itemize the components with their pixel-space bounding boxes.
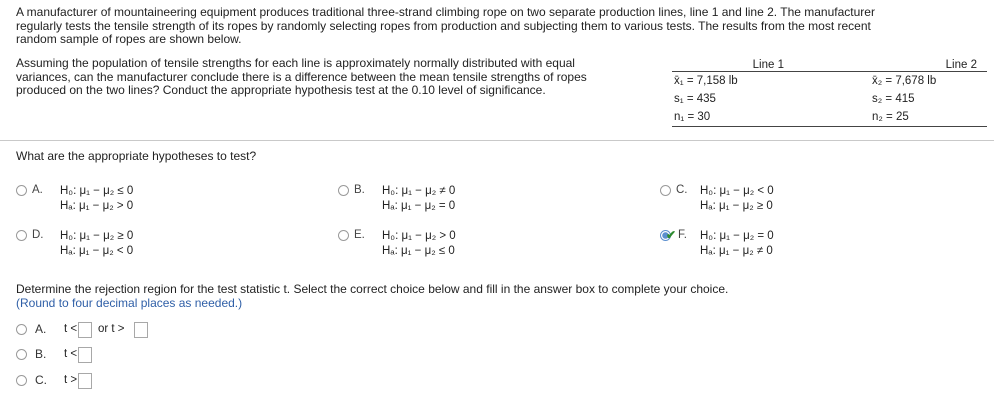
assumption-line: variances, can the manufacturer conclude… [16, 69, 587, 84]
answer-input[interactable] [78, 347, 92, 363]
assumption-line: produced on the two lines? Conduct the a… [16, 83, 546, 97]
radio-button[interactable] [660, 185, 671, 196]
radio-button[interactable] [16, 375, 27, 386]
assumption-text: Assuming the population of tensile stren… [16, 56, 656, 98]
alternative-hypothesis: Hₐ: μ₁ − μ₂ ≥ 0 [700, 200, 773, 212]
n-line-2: n₂ = 25 [806, 108, 987, 127]
answer-input-lower[interactable] [78, 322, 92, 338]
option-letter: C. [35, 373, 47, 387]
problem-text-line: regularly tests the tensile strength of … [16, 18, 871, 33]
option-letter: C. [676, 184, 688, 196]
alternative-hypothesis: Hₐ: μ₁ − μ₂ ≠ 0 [700, 245, 773, 257]
sd-line-2: s₂ = 415 [872, 93, 915, 105]
t-less-label: t < [64, 323, 78, 335]
radio-button[interactable] [16, 349, 27, 360]
option-letter: A. [35, 322, 47, 336]
header-line-2: Line 2 [806, 58, 987, 72]
sample-stats-table: Line 1 Line 2 x̄₁ = 7,158 lb x̄₂ = 7,678… [672, 58, 987, 127]
null-hypothesis: H₀: μ₁ − μ₂ < 0 [700, 185, 774, 197]
header-line-1: Line 1 [672, 58, 806, 72]
option-letter: A. [32, 184, 43, 196]
answer-option-c[interactable]: C. t > [16, 372, 216, 392]
radio-button[interactable] [338, 230, 349, 241]
assumption-line: Assuming the population of tensile stren… [16, 56, 575, 70]
checkmark-icon: ✔ [666, 228, 677, 242]
problem-text-line: random sample of ropes are shown below. [16, 32, 242, 46]
stats-header-row: Line 1 Line 2 [672, 58, 987, 72]
question-rejection-region: Determine the rejection region for the t… [16, 282, 729, 296]
t-greater-label: t > [64, 374, 78, 386]
option-letter: E. [354, 229, 365, 241]
stats-row: s₁ = 435 s₂ = 415 [672, 90, 987, 108]
alternative-hypothesis: Hₐ: μ₁ − μ₂ > 0 [60, 200, 134, 212]
n-line-1: n₁ = 30 [672, 108, 806, 127]
answer-input-upper[interactable] [134, 322, 148, 338]
null-hypothesis: H₀: μ₁ − μ₂ ≠ 0 [382, 185, 456, 197]
alternative-hypothesis: Hₐ: μ₁ − μ₂ < 0 [60, 245, 134, 257]
null-hypothesis: H₀: μ₁ − μ₂ = 0 [700, 230, 774, 242]
question-hypotheses: What are the appropriate hypotheses to t… [16, 149, 257, 163]
problem-text-line: A manufacturer of mountaineering equipme… [16, 5, 875, 19]
radio-button[interactable] [338, 185, 349, 196]
or-t-greater-label: or t > [98, 323, 125, 335]
null-hypothesis: H₀: μ₁ − μ₂ ≥ 0 [60, 230, 134, 242]
answer-option-b[interactable]: B. t < [16, 346, 216, 366]
problem-statement: A manufacturer of mountaineering equipme… [16, 5, 956, 47]
null-hypothesis: H₀: μ₁ − μ₂ > 0 [382, 230, 456, 242]
alternative-hypothesis: Hₐ: μ₁ − μ₂ ≤ 0 [382, 245, 455, 257]
mean-line-2: x̄₂ = 7,678 lb [872, 75, 937, 87]
divider [0, 140, 994, 141]
null-hypothesis: H₀: μ₁ − μ₂ ≤ 0 [60, 185, 134, 197]
stats-row: x̄₁ = 7,158 lb x̄₂ = 7,678 lb [672, 72, 987, 91]
sd-line-1: s₁ = 435 [674, 93, 716, 105]
radio-button[interactable] [16, 185, 27, 196]
mean-line-1: x̄₁ = 7,158 lb [674, 75, 738, 87]
alternative-hypothesis: Hₐ: μ₁ − μ₂ = 0 [382, 200, 456, 212]
stats-row: n₁ = 30 n₂ = 25 [672, 108, 987, 127]
option-letter: B. [354, 184, 365, 196]
option-letter: D. [32, 229, 44, 241]
radio-button[interactable] [16, 230, 27, 241]
option-letter: B. [35, 347, 47, 361]
rounding-hint: (Round to four decimal places as needed.… [16, 296, 243, 310]
radio-button[interactable] [16, 324, 27, 335]
t-less-label: t < [64, 348, 78, 360]
answer-option-a[interactable]: A. t < or t > [16, 321, 216, 341]
option-letter: F. [678, 229, 687, 241]
answer-input[interactable] [78, 373, 92, 389]
